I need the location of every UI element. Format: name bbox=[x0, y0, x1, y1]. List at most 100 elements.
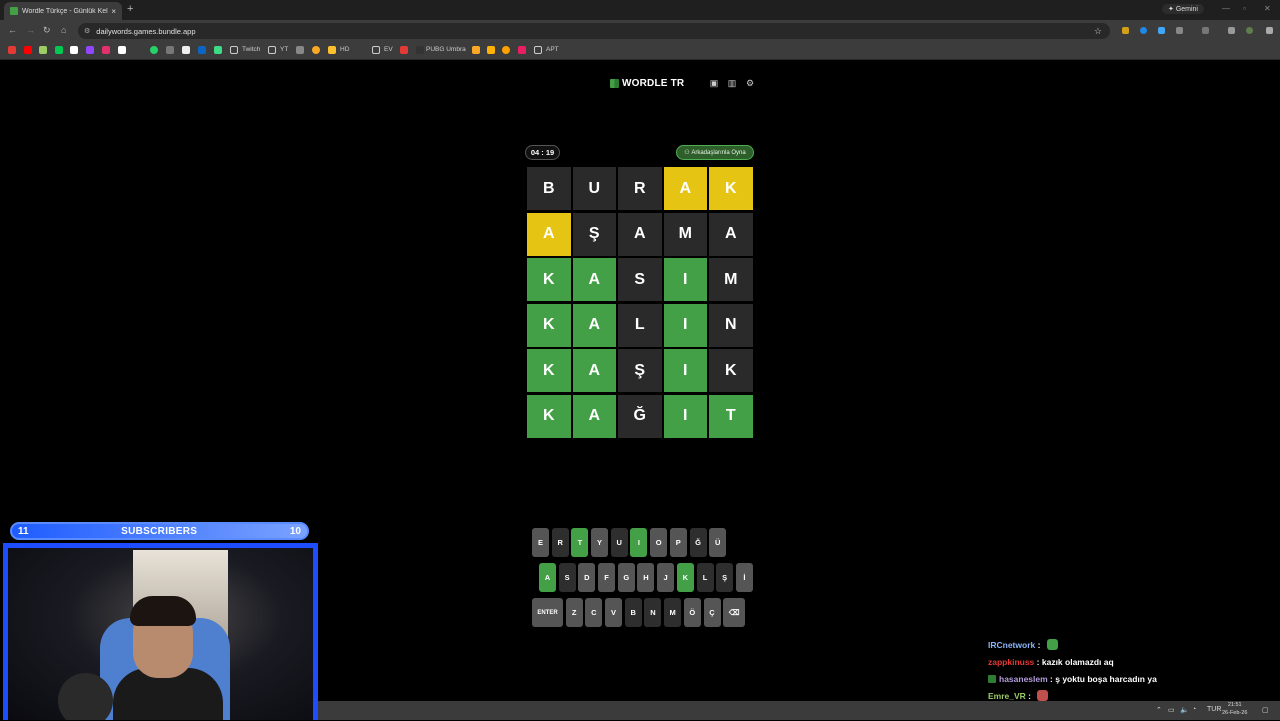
volume-icon[interactable]: 🔈 bbox=[1180, 706, 1189, 714]
letter-key[interactable]: L bbox=[696, 563, 714, 592]
maximize-icon[interactable]: ▫ bbox=[1243, 4, 1246, 13]
bookmark-icon[interactable] bbox=[328, 46, 336, 54]
letter-key[interactable]: T bbox=[571, 528, 589, 557]
language-indicator[interactable]: TUR bbox=[1207, 706, 1221, 713]
folder-icon[interactable] bbox=[268, 46, 276, 54]
bookmark-icon[interactable] bbox=[518, 46, 526, 54]
bookmark-star-icon[interactable]: ☆ bbox=[1094, 26, 1102, 37]
reload-icon[interactable]: ↻ bbox=[43, 25, 51, 36]
wordle-logo-icon bbox=[610, 79, 619, 88]
bookmark-icon[interactable] bbox=[312, 46, 320, 54]
forward-icon[interactable]: → bbox=[26, 25, 35, 35]
browser-tab[interactable]: Wordle Türkçe - Günlük Kelime × bbox=[4, 2, 122, 20]
bookmark-icon[interactable] bbox=[400, 46, 408, 54]
letter-key[interactable]: V bbox=[605, 598, 623, 627]
bookmark-icon[interactable] bbox=[182, 46, 190, 54]
folder-icon[interactable] bbox=[534, 46, 542, 54]
network-icon[interactable]: ▭ bbox=[1168, 706, 1175, 714]
letter-key[interactable]: Ç bbox=[703, 598, 721, 627]
reading-list-icon[interactable] bbox=[1228, 27, 1235, 34]
letter-key[interactable]: R bbox=[551, 528, 569, 557]
whatsapp-bookmark-icon[interactable] bbox=[150, 46, 158, 54]
profile-avatar[interactable] bbox=[1246, 27, 1253, 34]
book-icon[interactable]: ▣ bbox=[709, 78, 719, 88]
tray-chevron-icon[interactable]: ⌃ bbox=[1156, 706, 1162, 714]
folder-icon[interactable] bbox=[372, 46, 380, 54]
android-bookmark-icon[interactable] bbox=[214, 46, 222, 54]
bookmark-icon[interactable] bbox=[166, 46, 174, 54]
new-tab-button[interactable]: + bbox=[127, 3, 133, 15]
bookmark-icon[interactable] bbox=[472, 46, 480, 54]
bookmark-icon[interactable] bbox=[8, 46, 16, 54]
sidepanel-icon[interactable] bbox=[1202, 27, 1209, 34]
gemini-button[interactable]: ✦ Gemini bbox=[1162, 4, 1204, 14]
bookmark-icon[interactable] bbox=[487, 46, 495, 54]
linkedin-bookmark-icon[interactable] bbox=[198, 46, 206, 54]
extensions-puzzle-icon[interactable] bbox=[1176, 27, 1183, 34]
letter-key[interactable]: Ğ bbox=[689, 528, 707, 557]
extension-icon[interactable] bbox=[1140, 27, 1147, 34]
letter-key[interactable]: H bbox=[637, 563, 655, 592]
bookmark-ev[interactable]: EV bbox=[384, 46, 393, 53]
stats-icon[interactable]: ▥ bbox=[727, 78, 737, 88]
window-close-icon[interactable]: ✕ bbox=[1264, 4, 1271, 13]
youtube-bookmark-icon[interactable] bbox=[24, 46, 32, 54]
letter-key[interactable]: S bbox=[558, 563, 576, 592]
play-with-friends-button[interactable]: ⚇ Arkadaşlarınla Oyna bbox=[676, 145, 754, 160]
letter-key[interactable]: Ü bbox=[709, 528, 727, 557]
letter-key[interactable]: F bbox=[598, 563, 616, 592]
twitch-bookmark-icon[interactable] bbox=[86, 46, 94, 54]
bookmark-icon[interactable] bbox=[70, 46, 78, 54]
bookmark-icon[interactable] bbox=[296, 46, 304, 54]
bookmark-pubg-umbra[interactable]: PUBG Umbra bbox=[426, 46, 466, 53]
bookmark-yt[interactable]: YT bbox=[280, 46, 288, 53]
bookmark-icon[interactable] bbox=[55, 46, 63, 54]
letter-key[interactable]: M bbox=[664, 598, 682, 627]
letter-key[interactable]: A bbox=[539, 563, 556, 592]
letter-key[interactable]: Ş bbox=[716, 563, 734, 592]
menu-icon[interactable] bbox=[1266, 27, 1273, 34]
letter-key[interactable]: Y bbox=[591, 528, 609, 557]
letter-key[interactable]: O bbox=[650, 528, 668, 557]
close-tab-icon[interactable]: × bbox=[111, 7, 116, 16]
letter-key[interactable]: İ bbox=[735, 563, 753, 592]
bookmark-icon[interactable] bbox=[39, 46, 47, 54]
chat-badge-icon bbox=[988, 674, 996, 683]
letter-key[interactable]: C bbox=[585, 598, 603, 627]
instagram-bookmark-icon[interactable] bbox=[102, 46, 110, 54]
letter-key[interactable]: P bbox=[669, 528, 687, 557]
back-icon[interactable]: ← bbox=[8, 25, 17, 35]
bookmark-icon[interactable] bbox=[416, 46, 424, 54]
extension-icon[interactable] bbox=[1158, 27, 1165, 34]
minimize-icon[interactable]: — bbox=[1222, 4, 1230, 13]
settings-icon[interactable]: ⚙ bbox=[745, 78, 755, 88]
address-bar[interactable]: ⚙ dailywords.games.bundle.app ☆ bbox=[78, 23, 1110, 39]
home-icon[interactable]: ⌂ bbox=[61, 25, 66, 35]
letter-key[interactable]: B bbox=[624, 598, 642, 627]
letter-key[interactable]: J bbox=[657, 563, 675, 592]
bookmark-twitch[interactable]: Twitch bbox=[242, 46, 260, 53]
letter-key[interactable]: D bbox=[578, 563, 596, 592]
wifi-icon[interactable]: ◔ bbox=[1192, 706, 1196, 713]
letter-key[interactable]: K bbox=[676, 563, 694, 592]
extension-icon[interactable] bbox=[1122, 27, 1129, 34]
letter-key[interactable]: Ö bbox=[683, 598, 701, 627]
letter-key[interactable]: Z bbox=[565, 598, 583, 627]
site-info-icon[interactable]: ⚙ bbox=[84, 27, 90, 35]
bookmark-apt[interactable]: APT bbox=[546, 46, 559, 53]
taskbar-clock[interactable]: 21:51 26-Feb-26 bbox=[1222, 701, 1247, 717]
enter-key[interactable]: ENTER bbox=[532, 598, 563, 627]
board-row: KAĞIT bbox=[527, 394, 755, 438]
letter-key[interactable]: G bbox=[617, 563, 635, 592]
folder-icon[interactable] bbox=[230, 46, 238, 54]
x-bookmark-icon[interactable] bbox=[118, 46, 126, 54]
bookmark-icon[interactable] bbox=[502, 46, 510, 54]
bookmark-hd[interactable]: HD bbox=[340, 46, 349, 53]
letter-key[interactable]: U bbox=[610, 528, 628, 557]
notifications-icon[interactable]: ▢ bbox=[1262, 706, 1269, 714]
taskbar: ⌃ ▭ 🔈 ◔ TUR ▢ bbox=[318, 701, 1280, 720]
letter-key[interactable]: I bbox=[630, 528, 648, 557]
backspace-key[interactable]: ⌫ bbox=[723, 598, 746, 627]
letter-key[interactable]: E bbox=[532, 528, 549, 557]
letter-key[interactable]: N bbox=[644, 598, 662, 627]
